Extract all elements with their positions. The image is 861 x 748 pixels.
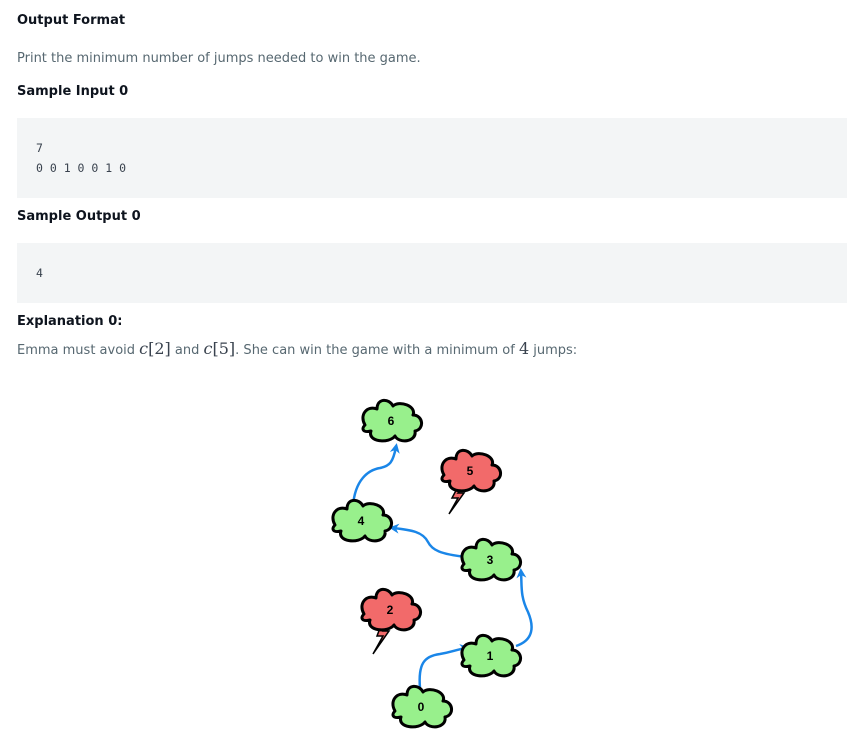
cloud-3-safe: 3 xyxy=(460,537,522,582)
cloud-label: 4 xyxy=(358,514,365,528)
cloud-4-safe: 4 xyxy=(331,498,393,543)
jump-arrow-4-6 xyxy=(351,443,400,507)
cloud-2-thunder: 2 xyxy=(360,587,422,632)
clouds-layer: 0 1 2 3 4 5 6 xyxy=(331,398,522,729)
cloud-label: 2 xyxy=(387,603,394,617)
jump-arrow-1-3 xyxy=(515,568,533,648)
cloud-label: 6 xyxy=(388,414,395,428)
jump-arrow-0-1 xyxy=(418,644,470,689)
cloud-label: 0 xyxy=(418,700,425,714)
cloud-0-safe: 0 xyxy=(391,684,453,729)
cloud-label: 3 xyxy=(487,553,494,567)
jump-arrow-3-4 xyxy=(389,523,467,559)
clouds-diagram: 0 1 2 3 4 5 6 xyxy=(331,398,533,729)
cloud-5-thunder: 5 xyxy=(440,448,502,493)
cloud-label: 5 xyxy=(467,464,474,478)
cloud-label: 1 xyxy=(487,649,494,663)
cloud-6-safe: 6 xyxy=(361,398,423,443)
problem-page: Output Format Print the minimum number o… xyxy=(0,0,861,748)
cloud-1-safe: 1 xyxy=(460,633,522,678)
